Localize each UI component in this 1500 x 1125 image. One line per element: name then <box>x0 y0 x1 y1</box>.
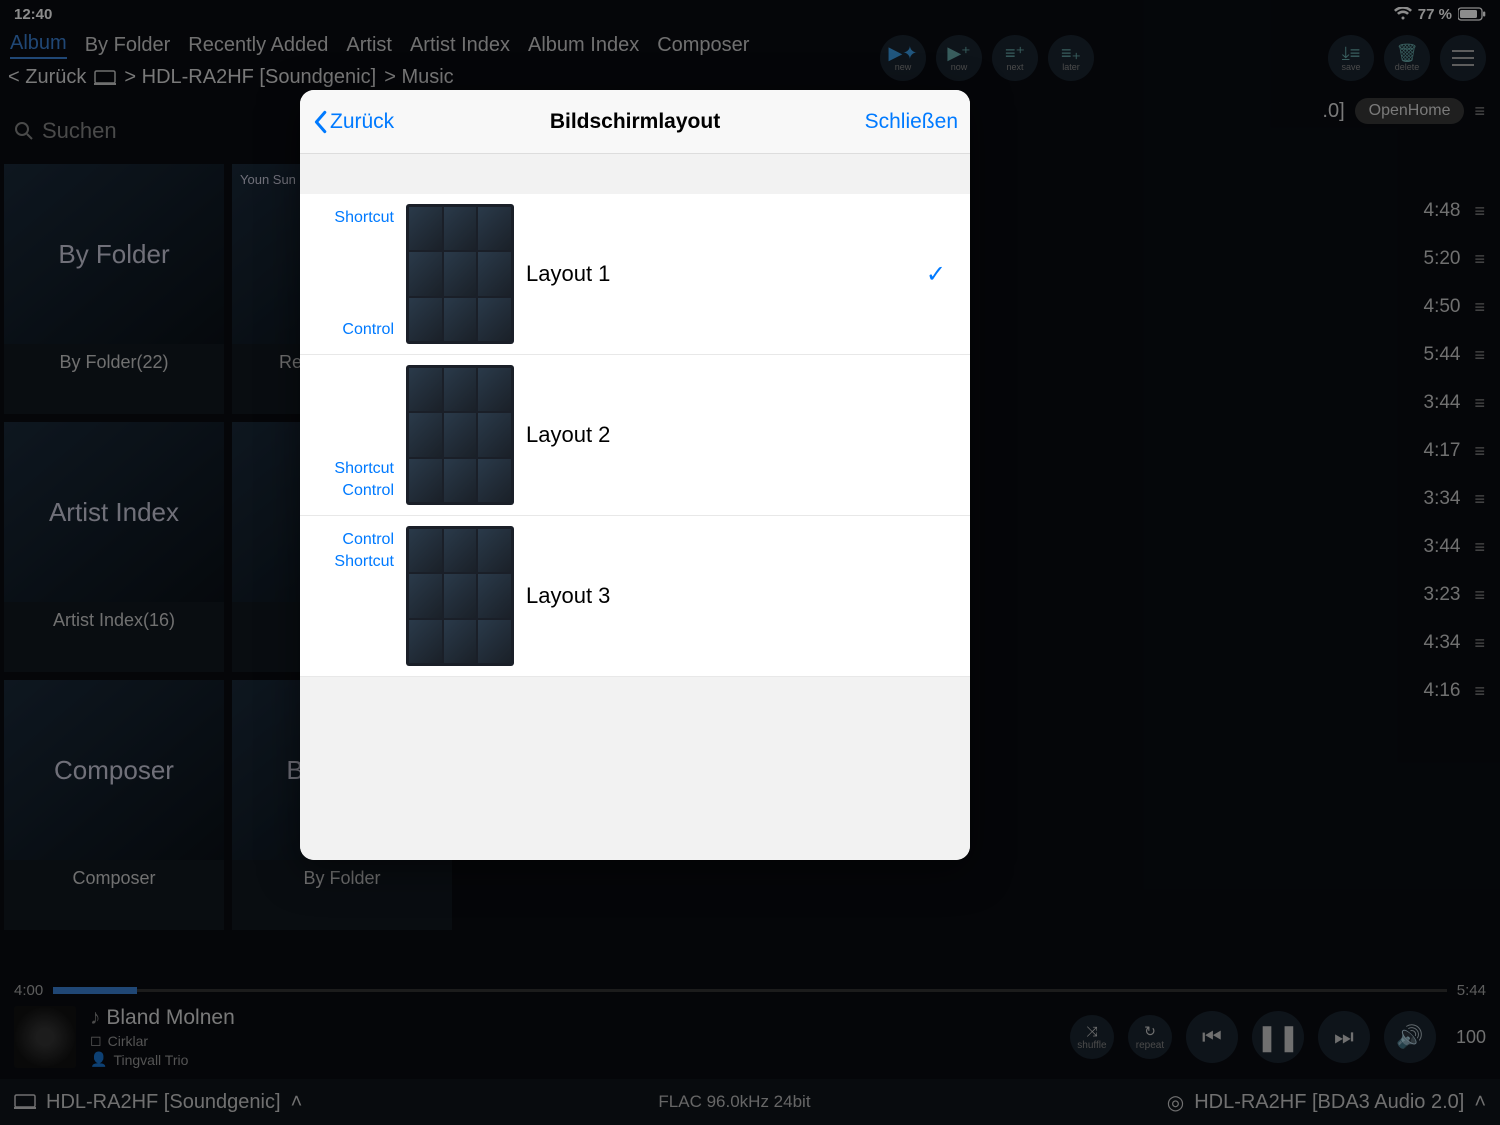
label-control: Control <box>314 482 394 500</box>
layout-option-1[interactable]: Shortcut Control Layout 1 ✓ <box>300 194 970 355</box>
modal-close-button[interactable]: Schließen <box>865 110 958 134</box>
layout-name: Layout 2 <box>526 422 956 448</box>
layout-modal: Zurück Bildschirmlayout Schließen Shortc… <box>300 90 970 860</box>
layout-option-3[interactable]: Control Shortcut Layout 3 <box>300 516 970 677</box>
label-shortcut: Shortcut <box>314 460 394 478</box>
layout-name: Layout 1 <box>526 261 914 287</box>
label-control: Control <box>314 531 394 549</box>
label-shortcut: Shortcut <box>314 553 394 571</box>
layout-thumb <box>406 526 514 666</box>
layout-option-2[interactable]: Shortcut Control Layout 2 <box>300 355 970 516</box>
layout-thumb <box>406 365 514 505</box>
label-control: Control <box>314 321 394 339</box>
label-shortcut: Shortcut <box>314 209 394 227</box>
modal-back-button[interactable]: Zurück <box>312 110 394 134</box>
layout-thumb <box>406 204 514 344</box>
chevron-left-icon <box>312 110 328 134</box>
layout-name: Layout 3 <box>526 583 956 609</box>
check-icon: ✓ <box>926 260 956 289</box>
